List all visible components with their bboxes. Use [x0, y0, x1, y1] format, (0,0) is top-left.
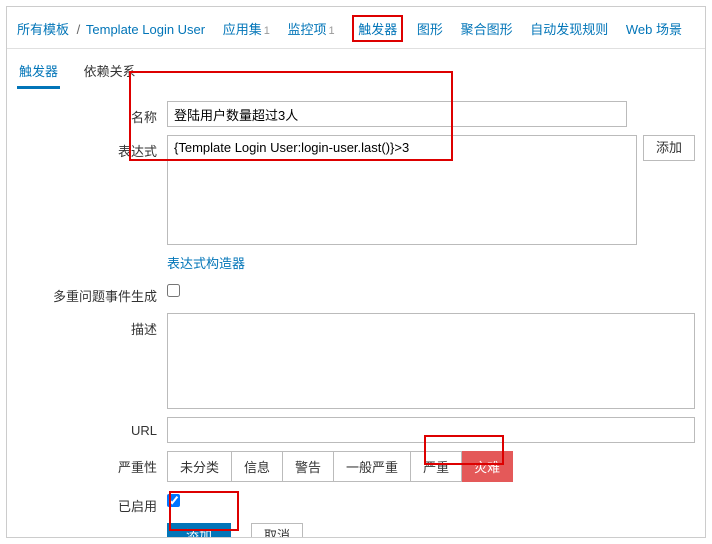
cancel-button[interactable]: 取消: [251, 523, 303, 538]
expression-add-button[interactable]: 添加: [643, 135, 695, 161]
nav-web[interactable]: Web 场景: [626, 22, 682, 37]
nav-graph[interactable]: 图形: [417, 22, 443, 37]
window-frame: 所有模板 / Template Login User 应用集1 监控项1 触发器…: [6, 6, 706, 538]
severity-label: 严重性: [17, 451, 167, 476]
expression-label: 表达式: [17, 135, 167, 160]
url-label: URL: [17, 417, 167, 438]
submit-button[interactable]: 添加: [167, 523, 231, 538]
severity-average[interactable]: 一般严重: [334, 451, 411, 482]
nav-trigger-highlight: 触发器: [352, 15, 403, 42]
breadcrumb-sep: /: [77, 22, 81, 37]
trigger-form: 名称 表达式 {Template Login User:login-user.l…: [7, 89, 705, 538]
multi-problem-label: 多重问题事件生成: [17, 280, 167, 305]
tab-dependency[interactable]: 依赖关系: [82, 55, 138, 86]
severity-info[interactable]: 信息: [232, 451, 283, 482]
severity-unclassified[interactable]: 未分类: [167, 451, 232, 482]
top-nav: 所有模板 / Template Login User 应用集1 监控项1 触发器…: [7, 7, 705, 49]
description-label: 描述: [17, 313, 167, 338]
nav-agg-graph[interactable]: 聚合图形: [461, 22, 513, 37]
sub-tabs: 触发器 依赖关系: [7, 49, 705, 89]
nav-trigger[interactable]: 触发器: [358, 22, 397, 37]
breadcrumb-template[interactable]: Template Login User: [86, 22, 205, 37]
url-input[interactable]: [167, 417, 695, 443]
nav-discovery[interactable]: 自动发现规则: [530, 22, 608, 37]
tab-trigger[interactable]: 触发器: [17, 55, 60, 89]
nav-app-set[interactable]: 应用集1: [223, 22, 270, 37]
enabled-label: 已启用: [17, 490, 167, 515]
multi-problem-checkbox[interactable]: [167, 284, 180, 297]
name-input[interactable]: [167, 101, 627, 127]
severity-warning[interactable]: 警告: [283, 451, 334, 482]
nav-monitor[interactable]: 监控项1: [288, 22, 335, 37]
description-textarea[interactable]: [167, 313, 695, 409]
breadcrumb-all-templates[interactable]: 所有模板: [17, 22, 69, 37]
severity-high[interactable]: 严重: [411, 451, 462, 482]
enabled-checkbox[interactable]: [167, 494, 180, 507]
severity-group: 未分类 信息 警告 一般严重 严重 灾难: [167, 451, 513, 482]
expression-builder-link[interactable]: 表达式构造器: [167, 253, 245, 272]
name-label: 名称: [17, 101, 167, 126]
severity-disaster[interactable]: 灾难: [462, 451, 513, 482]
expression-textarea[interactable]: {Template Login User:login-user.last()}>…: [167, 135, 637, 245]
